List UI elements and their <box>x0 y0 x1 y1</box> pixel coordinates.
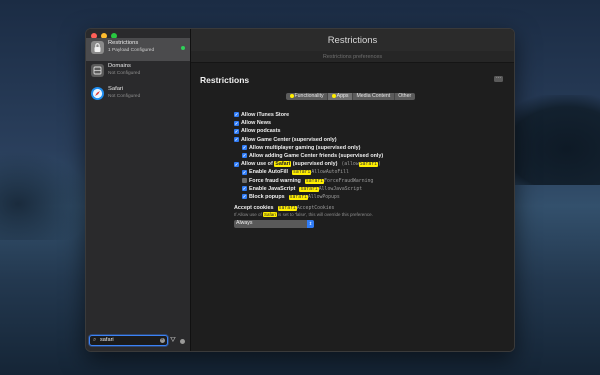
match-marker <box>331 93 336 98</box>
checkbox[interactable]: ✓ <box>234 128 239 134</box>
sidebar-item-title: Restrictions <box>108 40 139 46</box>
clear-search-icon[interactable]: × <box>159 337 165 343</box>
checkbox[interactable]: ✓ <box>242 169 247 175</box>
options-list: ✓ Allow iTunes Store ✓ Allow News ✓ Allow p… <box>234 111 383 228</box>
wallpaper-hill <box>0 150 90 240</box>
option-autofill[interactable]: ✓ Enable AutoFill safariAllowAutoFill <box>234 168 383 176</box>
sidebar: Restrictions 1 Payload Configured Domain… <box>86 29 191 351</box>
add-icon[interactable] <box>180 339 185 344</box>
preference-key: safariForceFraudWarning <box>304 178 374 184</box>
preference-key: safariAcceptCookies <box>277 206 335 212</box>
option-add-friends[interactable]: ✓ Allow adding Game Center friends (super… <box>234 152 383 160</box>
configured-indicator <box>181 46 185 50</box>
tab-functionality[interactable]: Functionality <box>286 93 329 100</box>
checkbox[interactable]: ✓ <box>242 194 247 200</box>
sidebar-item-subtitle: Not Configured <box>108 70 141 76</box>
tab-other[interactable]: Other <box>395 93 415 100</box>
option-game-center[interactable]: ✓ Allow Game Center (supervised only) <box>234 136 383 144</box>
tab-media-content[interactable]: Media Content <box>353 93 395 100</box>
checkbox[interactable] <box>242 177 247 183</box>
lock-icon <box>91 41 104 54</box>
checkbox[interactable]: ✓ <box>234 112 239 118</box>
checkbox[interactable]: ✓ <box>234 120 239 126</box>
sidebar-item-title: Domains <box>108 63 131 69</box>
checkbox[interactable]: ✓ <box>242 145 247 151</box>
sidebar-item-subtitle: 1 Payload Configured <box>108 47 155 53</box>
search-input[interactable]: ⌕ safari × <box>89 335 168 346</box>
sidebar-item-subtitle: Not Configured <box>108 93 141 99</box>
checkbox[interactable]: ✓ <box>234 161 239 167</box>
window-subtitle: Restrictions preferences <box>191 51 514 63</box>
option-javascript[interactable]: ✓ Enable JavaScript safariAllowJavaScript <box>234 185 383 193</box>
filter-icon[interactable]: ⛛ <box>170 337 176 345</box>
option-fraud-warning[interactable]: Force fraud warning safariForceFraudWarni… <box>234 177 383 185</box>
sidebar-item-restrictions[interactable]: Restrictions 1 Payload Configured <box>86 38 190 61</box>
preference-key: safariAllowPopups <box>288 194 340 200</box>
domains-icon <box>91 64 104 77</box>
preference-key: (allowSafari) <box>341 162 381 168</box>
window-title: Restrictions <box>191 29 514 51</box>
cookies-select[interactable]: Always ⇕ <box>234 220 314 228</box>
sidebar-item-safari[interactable]: Safari Not Configured <box>86 84 190 107</box>
checkbox[interactable]: ✓ <box>242 186 247 192</box>
more-button[interactable]: ··· <box>494 76 503 82</box>
app-window: Restrictions 1 Payload Configured Domain… <box>85 28 515 352</box>
search-highlight: Safari <box>274 161 292 168</box>
match-marker <box>289 93 294 98</box>
search-value: safari <box>100 337 114 343</box>
option-news[interactable]: ✓ Allow News <box>234 119 383 127</box>
safari-icon <box>91 87 104 100</box>
checkbox[interactable]: ✓ <box>234 136 239 142</box>
checkbox[interactable]: ✓ <box>242 153 247 159</box>
option-podcasts[interactable]: ✓ Allow podcasts <box>234 127 383 135</box>
preference-key: safariAllowJavaScript <box>299 186 363 192</box>
search-icon: ⌕ <box>93 337 97 343</box>
tab-apps[interactable]: Apps <box>328 93 353 100</box>
section-title: Restrictions <box>200 75 250 85</box>
option-multiplayer[interactable]: ✓ Allow multiplayer gaming (supervised on… <box>234 144 383 152</box>
option-block-popups[interactable]: ✓ Block popups safariAllowPopups <box>234 193 383 201</box>
payload-list: Restrictions 1 Payload Configured Domain… <box>86 38 190 107</box>
option-itunes[interactable]: ✓ Allow iTunes Store <box>234 111 383 119</box>
sidebar-item-domains[interactable]: Domains Not Configured <box>86 61 190 84</box>
preference-key: safariAllowAutoFill <box>292 170 349 176</box>
sidebar-item-title: Safari <box>108 86 124 92</box>
option-allow-safari[interactable]: ✓ Allow use of Safari (supervised only) (a… <box>234 160 383 168</box>
chevron-updown-icon: ⇕ <box>307 220 314 228</box>
cookies-label: Accept cookies safariAcceptCookies <box>234 205 335 212</box>
cookies-help-text: If Allow use of Safari is set to 'false'… <box>234 212 373 218</box>
main-panel: Restrictions Restrictions preferences Re… <box>191 29 514 351</box>
category-tabs: Functionality Apps Media Content Other <box>286 93 415 100</box>
